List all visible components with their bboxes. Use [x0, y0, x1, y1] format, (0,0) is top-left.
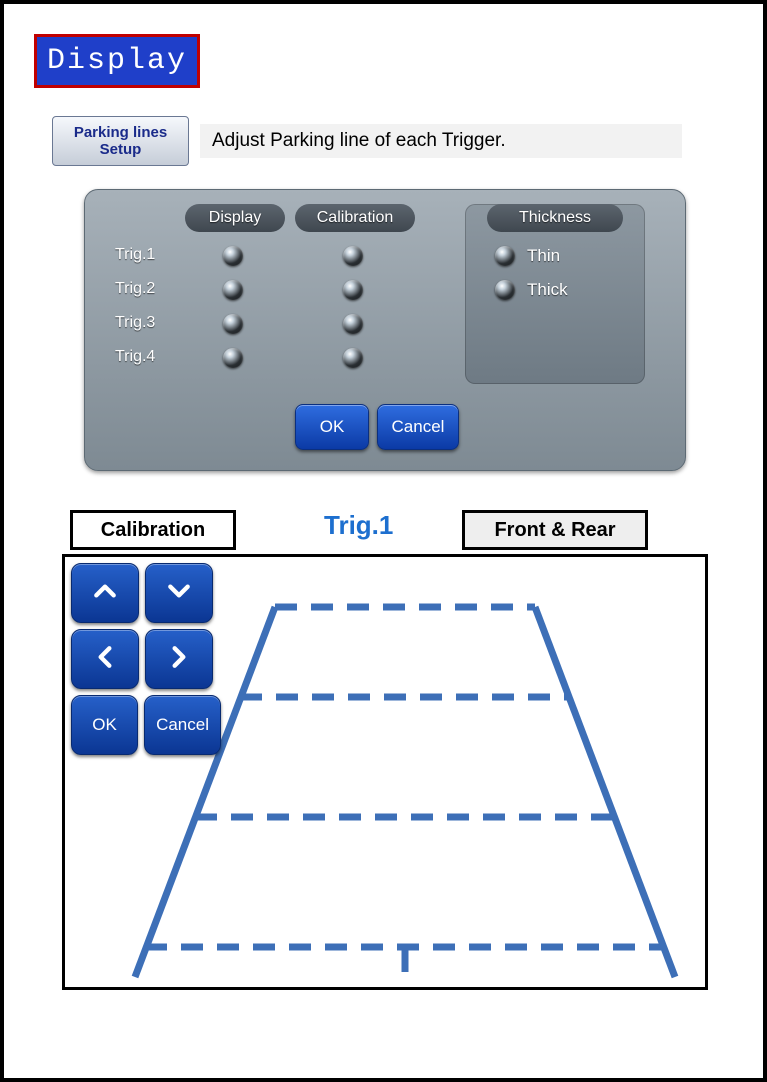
pad-ok-label: OK: [92, 715, 117, 735]
calibration-heading: Calibration: [70, 510, 236, 550]
radio-calibration-trig4[interactable]: [343, 348, 363, 368]
arrow-right-button[interactable]: [145, 629, 213, 689]
parking-button-line1: Parking lines: [74, 124, 167, 141]
radio-thickness-thick[interactable]: [495, 280, 515, 300]
chevron-left-icon: [92, 644, 118, 675]
thickness-label-thin: Thin: [527, 246, 560, 266]
trigger-label-3: Trig.3: [115, 314, 155, 332]
arrow-left-button[interactable]: [71, 629, 139, 689]
chevron-down-icon: [166, 578, 192, 609]
thickness-label-thick: Thick: [527, 280, 568, 300]
radio-calibration-trig3[interactable]: [343, 314, 363, 334]
radio-thickness-thin[interactable]: [495, 246, 515, 266]
parking-description: Adjust Parking line of each Trigger.: [200, 124, 682, 158]
radio-calibration-trig1[interactable]: [343, 246, 363, 266]
parking-lines-setup-button[interactable]: Parking lines Setup: [52, 116, 189, 166]
pad-cancel-button[interactable]: Cancel: [144, 695, 221, 755]
radio-display-trig1[interactable]: [223, 246, 243, 266]
column-header-display: Display: [185, 204, 285, 232]
column-header-calibration: Calibration: [295, 204, 415, 232]
front-rear-heading: Front & Rear: [462, 510, 648, 550]
calibration-preview: OK Cancel: [62, 554, 708, 990]
trigger-label-2: Trig.2: [115, 280, 155, 298]
trigger-label-1: Trig.1: [115, 246, 155, 264]
radio-display-trig3[interactable]: [223, 314, 243, 334]
column-header-thickness: Thickness: [487, 204, 623, 232]
chevron-right-icon: [166, 644, 192, 675]
arrow-up-button[interactable]: [71, 563, 139, 623]
calibration-arrow-pad: OK Cancel: [71, 563, 221, 761]
radio-display-trig4[interactable]: [223, 348, 243, 368]
pad-ok-button[interactable]: OK: [71, 695, 138, 755]
current-trigger-label: Trig.1: [324, 510, 393, 541]
pad-cancel-label: Cancel: [156, 715, 209, 735]
page-root: Display Parking lines Setup Adjust Parki…: [0, 0, 767, 1082]
thickness-panel: Thickness Thin Thick: [465, 204, 645, 384]
trigger-label-4: Trig.4: [115, 348, 155, 366]
ok-button[interactable]: OK: [295, 404, 369, 450]
radio-display-trig2[interactable]: [223, 280, 243, 300]
chevron-up-icon: [92, 578, 118, 609]
display-heading-badge: Display: [34, 34, 200, 88]
parking-button-line2: Setup: [100, 141, 142, 158]
parking-settings-panel: Display Calibration Trig.1 Trig.2 Trig.3…: [84, 189, 686, 471]
radio-calibration-trig2[interactable]: [343, 280, 363, 300]
cancel-button[interactable]: Cancel: [377, 404, 459, 450]
arrow-down-button[interactable]: [145, 563, 213, 623]
